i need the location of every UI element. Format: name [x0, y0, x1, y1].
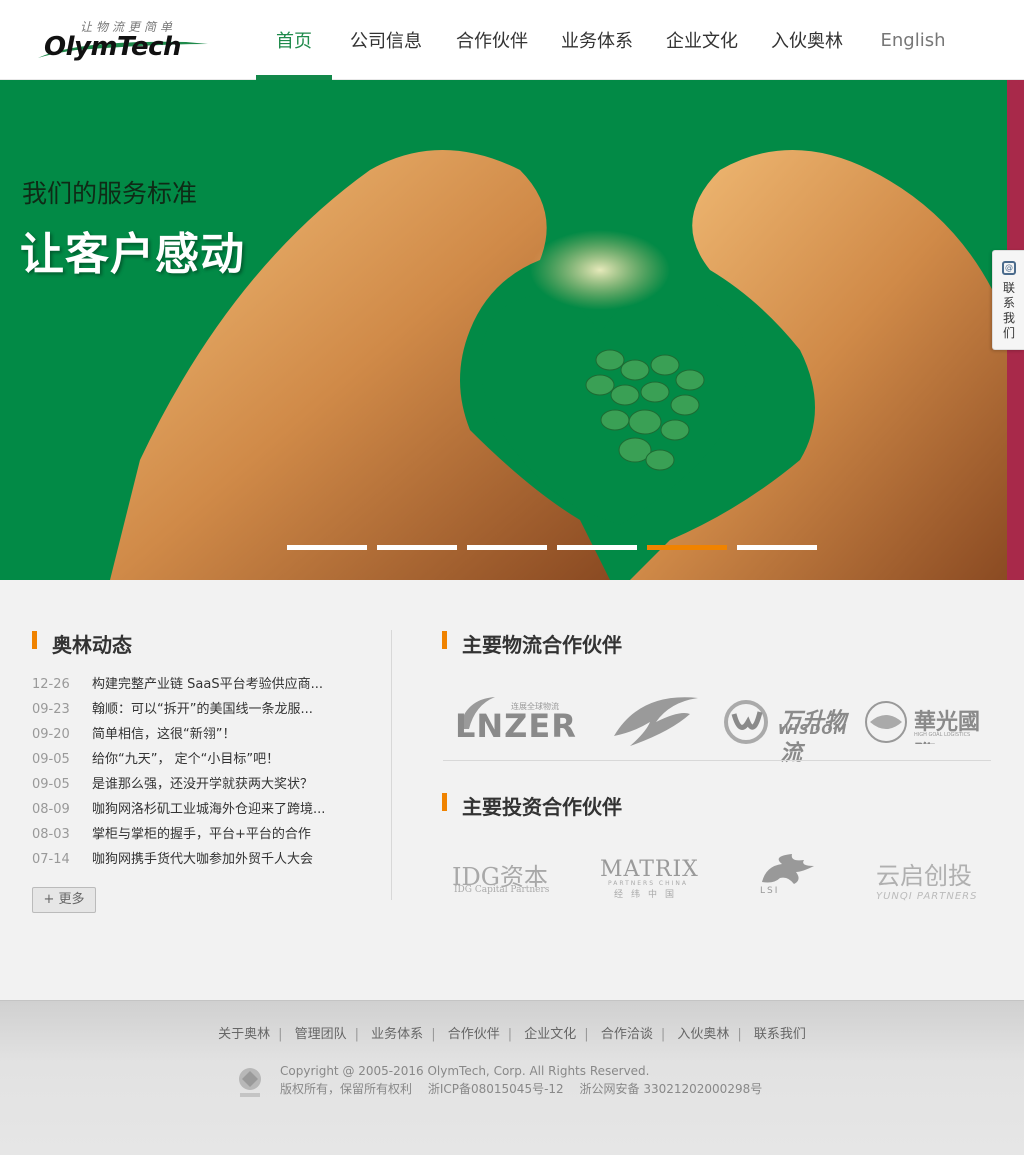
footer-link-contact[interactable]: 联系我们 [754, 1027, 806, 1042]
nav-company-info[interactable]: 公司信息 [332, 0, 440, 80]
news-title[interactable]: 是谁那么强，还没开学就获两大奖状？ [92, 772, 313, 797]
news-title[interactable]: 给你“九天”， 定个“小目标”吧！ [92, 747, 279, 772]
hg-globe-icon [865, 701, 907, 743]
hg-en: HIGH GOAL LOGISTICS [914, 732, 971, 738]
banner-subtitle: 我们的服务标准 [22, 179, 198, 208]
news-date: 08-09 [32, 802, 70, 817]
hg-cn: 華光國際 [914, 709, 981, 744]
slide-indicator-2[interactable] [377, 545, 457, 550]
footer-link-join[interactable]: 入伙奥林 [677, 1027, 729, 1042]
contact-us-tab[interactable]: @ 联系我们 [992, 250, 1024, 350]
olymtech-logo[interactable]: 让物流更简单 OlymTech [36, 16, 216, 66]
nav-culture[interactable]: 企业文化 [650, 0, 754, 80]
banner-title: 让客户感动 [20, 229, 245, 280]
footer-link-business[interactable]: 业务体系 [371, 1027, 423, 1042]
news-date: 09-20 [32, 727, 70, 742]
nav-english[interactable]: English [860, 0, 966, 80]
news-date: 12-26 [32, 677, 70, 692]
high-goal-logo[interactable]: 華光國際 HIGH GOAL LOGISTICS [864, 700, 992, 744]
slide-indicator-6[interactable] [737, 545, 817, 550]
more-news-button[interactable]: + 更多 [32, 887, 96, 913]
rights-text: 版权所有，保留所有权利 [280, 1082, 413, 1096]
investment-partners-title: 主要投资合作伙伴 [442, 791, 622, 820]
yunqi-sub: YUNQI PARTNERS [876, 891, 978, 902]
police-record-link[interactable]: 浙公网安备 33021202000298号 [580, 1082, 763, 1096]
news-date: 08-03 [32, 827, 70, 842]
slide-indicator-4[interactable] [557, 545, 637, 550]
hero-banner[interactable]: 我们的服务标准 让客户感动 [0, 80, 1024, 580]
matrix-cn: 经纬中国 [613, 890, 682, 900]
slider-indicators [287, 545, 817, 550]
footer-link-culture[interactable]: 企业文化 [524, 1027, 576, 1042]
wisdom-en: WISDOM [778, 723, 848, 738]
yunqi-main: 云启创投 [876, 862, 972, 890]
lsi-text: LSI [760, 886, 780, 896]
news-section-title: 奥林动态 [32, 629, 132, 658]
wisdom-circle-icon [724, 700, 768, 744]
idg-sub: IDG Capital Partners [454, 885, 550, 895]
news-date: 09-23 [32, 702, 70, 717]
list-item[interactable]: 12-26 构建完整产业链 SaaS平台考验供应商... [32, 672, 362, 697]
footer-link-about[interactable]: 关于奥林 [218, 1027, 270, 1042]
news-date: 07-14 [32, 852, 70, 867]
wisdom-logo[interactable]: 万升物流 WISDOM [724, 700, 864, 766]
list-item[interactable]: 09-23 翰顺：可以“拆开”的美国线一条龙服... [32, 697, 362, 722]
main-nav: 首页 公司信息 合作伙伴 业务体系 企业文化 入伙奥林 English [256, 0, 966, 80]
footer-link-partners[interactable]: 合作伙伴 [448, 1027, 500, 1042]
logo-text: OlymTech [44, 32, 182, 62]
news-list: 12-26 构建完整产业链 SaaS平台考验供应商... 09-23 翰顺：可以“拆… [32, 672, 362, 872]
yunqi-partners-logo[interactable]: 云启创投 YUNQI PARTNERS [876, 856, 980, 902]
nav-partners[interactable]: 合作伙伴 [440, 0, 544, 80]
list-item[interactable]: 09-20 简单相信，这很“新翎”！ [32, 722, 362, 747]
site-header: 让物流更简单 OlymTech 首页 公司信息 合作伙伴 业务体系 企业文化 入… [0, 0, 1024, 80]
news-title[interactable]: 咖狗网洛杉矶工业城海外仓迎来了跨境... [92, 797, 325, 822]
footer-link-negotiation[interactable]: 合作洽谈 [601, 1027, 653, 1042]
lnzer-logo[interactable]: 连展全球物流 LNZER [455, 693, 580, 747]
news-date: 09-05 [32, 777, 70, 792]
nav-join[interactable]: 入伙奥林 [754, 0, 860, 80]
mj-logistics-logo[interactable] [610, 692, 702, 748]
security-badge-icon[interactable] [236, 1065, 264, 1099]
lsi-logo[interactable]: LSI [752, 852, 828, 900]
nav-business[interactable]: 业务体系 [544, 0, 650, 80]
news-title[interactable]: 翰顺：可以“拆开”的美国线一条龙服... [92, 697, 313, 722]
site-footer: 关于奥林 | 管理团队 | 业务体系 | 合作伙伴 | 企业文化 | 合作洽谈 | 入伙奥林… [0, 1000, 1024, 1155]
slide-indicator-5[interactable] [647, 545, 727, 550]
matrix-main: MATRIX [600, 857, 699, 882]
copyright-text: Copyright @ 2005-2016 OlymTech, Corp. Al… [280, 1064, 650, 1078]
news-date: 09-05 [32, 752, 70, 767]
icp-link[interactable]: 浙ICP备08015045号-12 [428, 1082, 564, 1096]
contact-us-label: 联系我们 [1003, 281, 1016, 340]
news-title[interactable]: 咖狗网携手货代大咖参加外贸千人大会 [92, 847, 313, 872]
logistics-partners-title: 主要物流合作伙伴 [442, 629, 622, 658]
nav-home[interactable]: 首页 [256, 0, 332, 80]
news-title[interactable]: 掌柜与掌柜的握手，平台+平台的合作 [92, 822, 311, 847]
idg-capital-logo[interactable]: IDG资本 IDG Capital Partners [452, 857, 564, 897]
pegasus-icon [762, 854, 814, 884]
heart-hands-image [110, 150, 1010, 580]
list-item[interactable]: 08-03 掌柜与掌柜的握手，平台+平台的合作 [32, 822, 362, 847]
news-title[interactable]: 简单相信，这很“新翎”！ [92, 722, 235, 747]
copyright-block: Copyright @ 2005-2016 OlymTech, Corp. Al… [280, 1062, 762, 1098]
column-divider [391, 630, 392, 900]
slide-indicator-1[interactable] [287, 545, 367, 550]
list-item[interactable]: 08-09 咖狗网洛杉矶工业城海外仓迎来了跨境... [32, 797, 362, 822]
matrix-sub: PARTNERS CHINA [608, 880, 688, 887]
lnzer-name: LNZER [455, 707, 577, 745]
at-icon: @ [1002, 261, 1016, 275]
list-item[interactable]: 07-14 咖狗网携手货代大咖参加外贸千人大会 [32, 847, 362, 872]
slide-indicator-3[interactable] [467, 545, 547, 550]
partners-divider [443, 760, 991, 761]
news-title[interactable]: 构建完整产业链 SaaS平台考验供应商... [92, 672, 323, 697]
mj-swoosh-icon [614, 697, 698, 746]
footer-link-team[interactable]: 管理团队 [295, 1027, 347, 1042]
matrix-partners-logo[interactable]: MATRIX PARTNERS CHINA 经纬中国 [600, 857, 699, 900]
list-item[interactable]: 09-05 是谁那么强，还没开学就获两大奖状？ [32, 772, 362, 797]
footer-links: 关于奥林 | 管理团队 | 业务体系 | 合作伙伴 | 企业文化 | 合作洽谈 | 入伙奥林… [218, 1027, 806, 1042]
list-item[interactable]: 09-05 给你“九天”， 定个“小目标”吧！ [32, 747, 362, 772]
